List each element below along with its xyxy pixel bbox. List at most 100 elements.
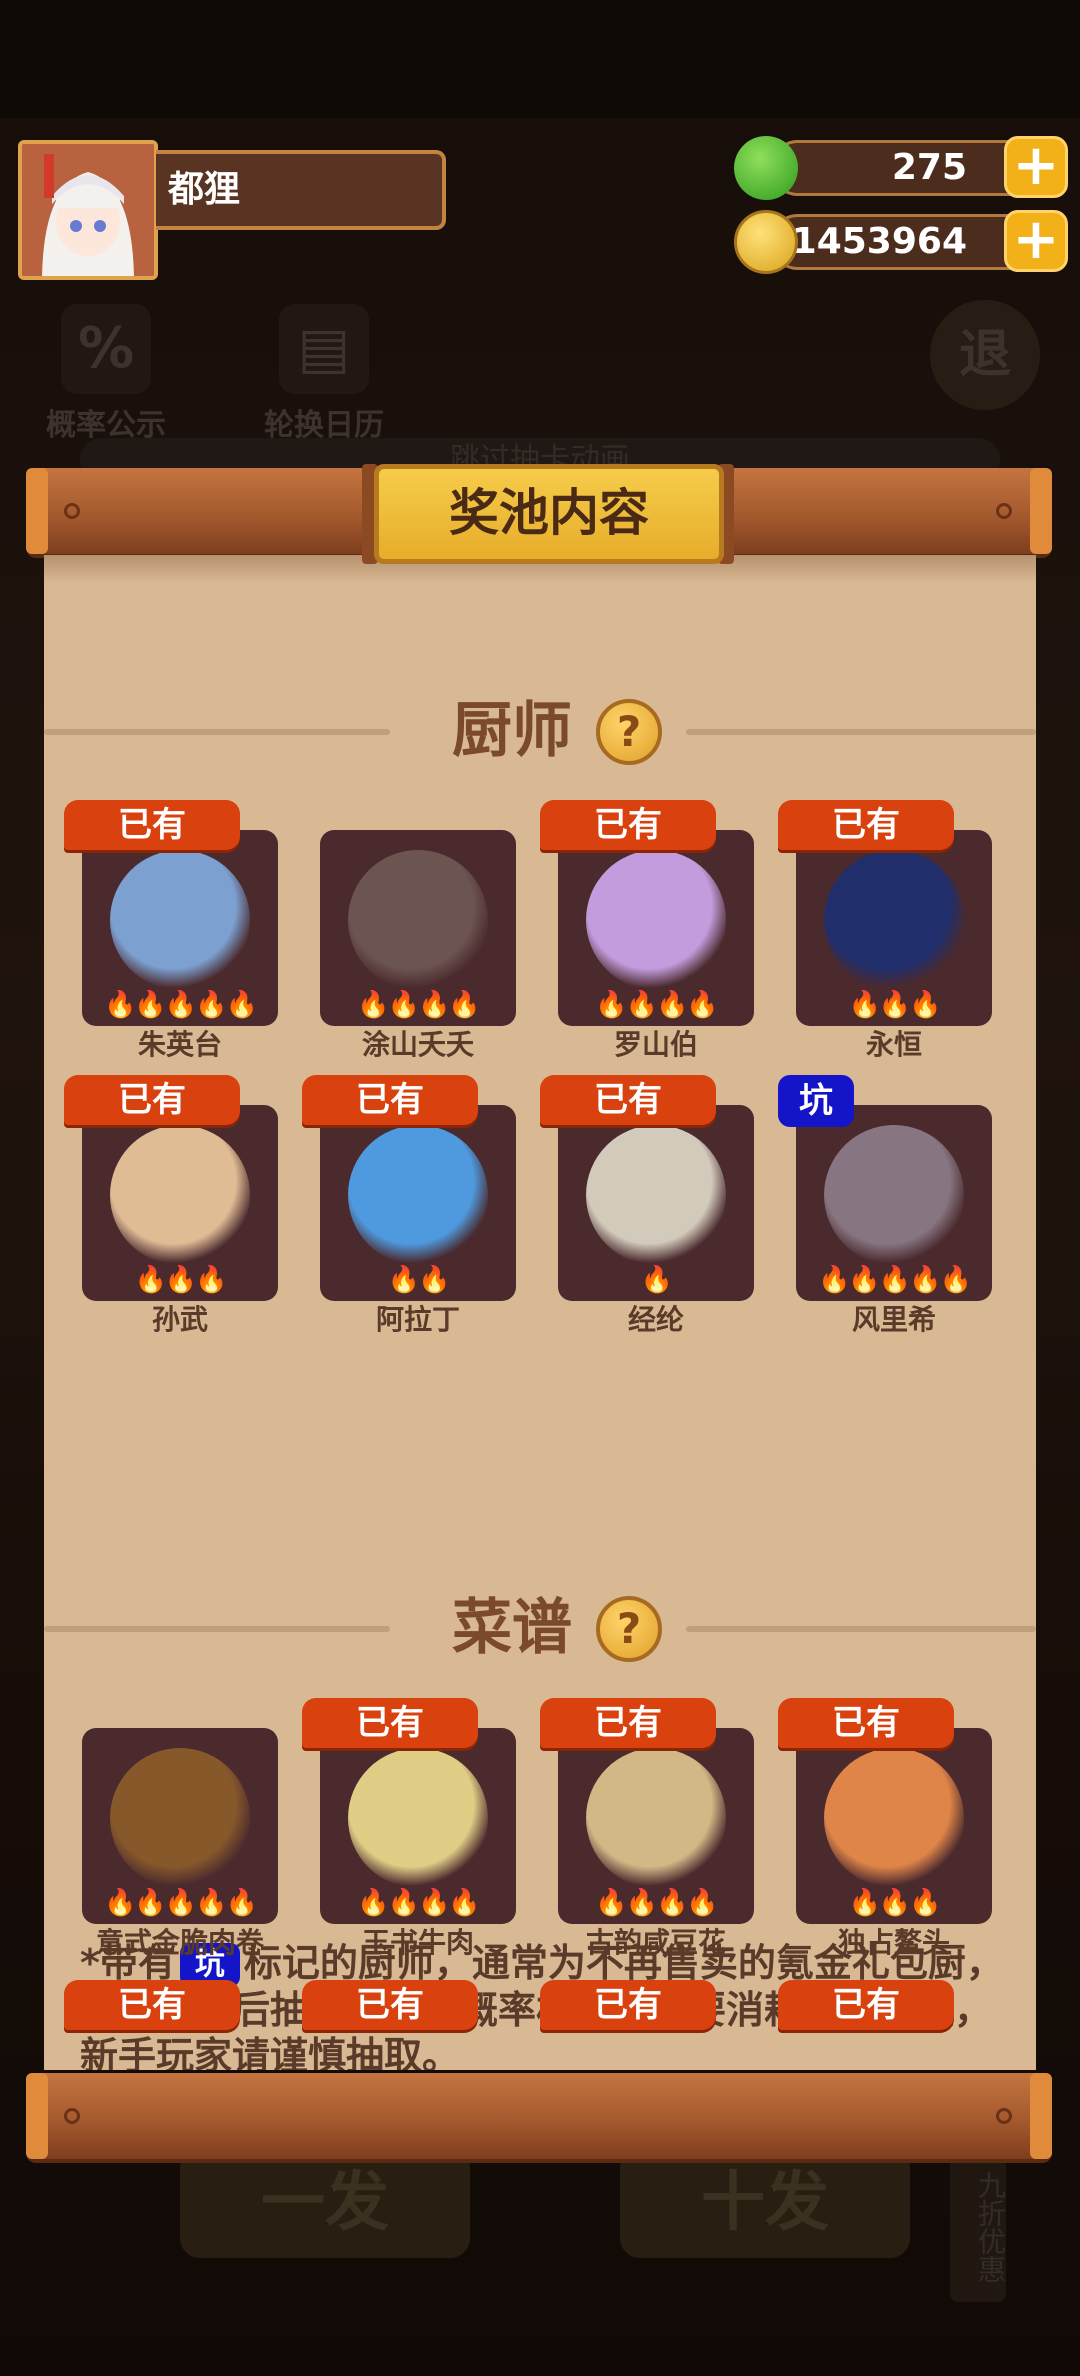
- scroll-bottom-rod: [26, 2073, 1052, 2159]
- chef-section-header: 厨师 ?: [44, 691, 1036, 771]
- chef-card[interactable]: 已有 🔥🔥🔥 孙武: [64, 1075, 280, 1336]
- chef-name: 涂山夭夭: [361, 1028, 474, 1061]
- divider-right: [686, 729, 1036, 735]
- recipe-portrait-frame: 🔥🔥🔥🔥: [558, 1728, 754, 1924]
- recipe-card[interactable]: 已有 🔥🔥🔥🔥 玉书牛肉: [302, 1698, 518, 1959]
- recipe-portrait-icon: [824, 1748, 964, 1888]
- recipe-name: 意式金脆肉卷: [95, 1926, 264, 1959]
- rarity-flames: 🔥: [640, 1265, 673, 1295]
- chef-portrait-icon: [348, 850, 488, 990]
- rod-cap-right: [1030, 2073, 1052, 2159]
- divider-left: [44, 1626, 390, 1632]
- recipe-card[interactable]: 已有 🔥🔥🔥 独占鳌头: [778, 1698, 994, 1959]
- owned-tag: 已有: [540, 1698, 716, 1748]
- chef-card[interactable]: 坑 🔥🔥🔥🔥🔥 风里希: [778, 1075, 994, 1336]
- rarity-flames: 🔥🔥🔥🔥: [595, 990, 719, 1020]
- owned-tag: 已有: [778, 1980, 954, 2030]
- rod-cap-right: [1030, 468, 1052, 554]
- recipe-name: 独占鳌头: [837, 1926, 950, 1959]
- recipe-portrait-icon: [586, 1748, 726, 1888]
- owned-tag: 已有: [302, 1980, 478, 2030]
- chef-card[interactable]: 🔥🔥🔥🔥 涂山夭夭: [318, 800, 518, 1061]
- chef-name: 孙武: [151, 1303, 208, 1336]
- rarity-flames: 🔥🔥: [387, 1265, 451, 1295]
- chef-name: 永恒: [865, 1028, 922, 1061]
- recipe-portrait-frame: 🔥🔥🔥🔥: [320, 1728, 516, 1924]
- avatar-portrait-icon: [22, 144, 154, 276]
- rarity-flames: 🔥🔥🔥: [134, 1265, 227, 1295]
- rod-nail-left: [64, 503, 80, 519]
- rarity-flames: 🔥🔥🔥🔥: [357, 990, 481, 1020]
- recipe-portrait-frame: 🔥🔥🔥🔥🔥: [82, 1728, 278, 1924]
- rarity-flames: 🔥🔥🔥🔥: [357, 1888, 481, 1918]
- panel-title: 奖池内容: [374, 464, 724, 564]
- rarity-flames: 🔥🔥🔥🔥🔥: [818, 1265, 972, 1295]
- green-jade-icon: [734, 136, 798, 200]
- jade-counter: 275: [770, 140, 1040, 196]
- chef-name: 罗山伯: [613, 1028, 698, 1061]
- chef-portrait-frame: 🔥🔥🔥🔥: [558, 830, 754, 1026]
- chef-card[interactable]: 已有 🔥🔥🔥 永恒: [778, 800, 994, 1061]
- owned-tag: 已有: [302, 1698, 478, 1748]
- chef-name: 风里希: [851, 1303, 936, 1336]
- recipe-section-header: 菜谱 ?: [44, 1588, 1036, 1668]
- chef-card[interactable]: 已有 🔥 经纶: [540, 1075, 756, 1336]
- rarity-flames: 🔥🔥🔥🔥🔥: [104, 1888, 258, 1918]
- owned-tag: 已有: [778, 800, 954, 850]
- divider-right: [686, 1626, 1036, 1632]
- jade-value: 275: [891, 147, 967, 188]
- chef-portrait-icon: [824, 850, 964, 990]
- rarity-flames: 🔥🔥🔥🔥: [595, 1888, 719, 1918]
- owned-tag: 已有: [64, 1075, 240, 1125]
- chef-name: 朱英台: [137, 1028, 222, 1061]
- rarity-flames: 🔥🔥🔥: [848, 990, 941, 1020]
- chef-help-button[interactable]: ?: [596, 699, 662, 765]
- owned-tag: 已有: [64, 800, 240, 850]
- chef-portrait-icon: [110, 850, 250, 990]
- add-coin-button[interactable]: +: [1004, 210, 1068, 272]
- chef-card[interactable]: 已有 🔥🔥🔥🔥 罗山伯: [540, 800, 756, 1061]
- player-avatar[interactable]: [18, 140, 158, 280]
- recipe-section-title: 菜谱: [452, 1593, 572, 1663]
- rod-nail-left: [64, 2108, 80, 2124]
- chef-portrait-frame: 🔥: [558, 1105, 754, 1301]
- add-jade-button[interactable]: +: [1004, 136, 1068, 198]
- gold-coin-icon: [734, 210, 798, 274]
- recipe-help-button[interactable]: ?: [596, 1596, 662, 1662]
- chef-card[interactable]: 已有 🔥🔥🔥🔥🔥 朱英台: [64, 800, 280, 1061]
- recipe-card[interactable]: 🔥🔥🔥🔥🔥 意式金脆肉卷: [80, 1698, 280, 1959]
- rod-nail-right: [996, 503, 1012, 519]
- chef-portrait-icon: [586, 1125, 726, 1265]
- chef-portrait-frame: 🔥🔥🔥: [796, 830, 992, 1026]
- recipe-card[interactable]: 已有 🔥🔥🔥🔥 古韵咸豆花: [540, 1698, 756, 1959]
- chef-section-title: 厨师: [452, 696, 572, 766]
- player-name: 都狸: [156, 150, 446, 230]
- rod-nail-right: [996, 2108, 1012, 2124]
- rarity-flames: 🔥🔥🔥: [848, 1888, 941, 1918]
- chef-portrait-icon: [348, 1125, 488, 1265]
- owned-tag: 已有: [540, 1075, 716, 1125]
- owned-tag: 已有: [540, 800, 716, 850]
- recipe-portrait-icon: [348, 1748, 488, 1888]
- chef-portrait-icon: [824, 1125, 964, 1265]
- owned-tag: 已有: [540, 1980, 716, 2030]
- chef-name: 阿拉丁: [375, 1303, 460, 1336]
- chef-portrait-icon: [586, 850, 726, 990]
- prize-pool-paper[interactable]: 厨师 ? 已有 🔥🔥🔥🔥🔥 朱英台 🔥🔥🔥🔥 涂山夭夭 已有 🔥🔥🔥🔥 罗山伯 已有 🔥🔥🔥 永恒已…: [44, 555, 1036, 2070]
- coin-value: 1453964: [791, 221, 967, 262]
- chef-card[interactable]: 已有 🔥🔥 阿拉丁: [302, 1075, 518, 1336]
- owned-tag: 已有: [64, 1980, 240, 2030]
- chef-portrait-frame: 🔥🔥🔥🔥🔥: [796, 1105, 992, 1301]
- divider-left: [44, 729, 390, 735]
- chef-portrait-frame: 🔥🔥🔥: [82, 1105, 278, 1301]
- chef-portrait-icon: [110, 1125, 250, 1265]
- recipe-portrait-icon: [110, 1748, 250, 1888]
- recipe-portrait-frame: 🔥🔥🔥: [796, 1728, 992, 1924]
- owned-tag: 已有: [302, 1075, 478, 1125]
- rarity-flames: 🔥🔥🔥🔥🔥: [104, 990, 258, 1020]
- chef-portrait-frame: 🔥🔥: [320, 1105, 516, 1301]
- rod-cap-left: [26, 468, 48, 554]
- chef-portrait-frame: 🔥🔥🔥🔥🔥: [82, 830, 278, 1026]
- recipe-name: 玉书牛肉: [361, 1926, 474, 1959]
- recipe-name: 古韵咸豆花: [585, 1926, 726, 1959]
